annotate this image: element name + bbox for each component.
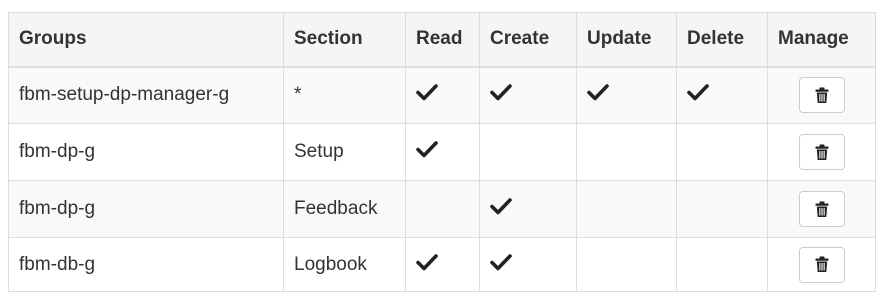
- cropped-top-edge: [0, 0, 881, 12]
- trash-icon: [815, 256, 829, 273]
- delete-permission-button[interactable]: [798, 246, 845, 283]
- cell-read: [405, 66, 480, 124]
- trash-icon: [815, 201, 829, 218]
- table-row: fbm-db-g Logbook: [8, 237, 876, 292]
- cell-section: Setup: [283, 123, 406, 181]
- cell-create: [479, 123, 577, 181]
- column-header-create: Create: [479, 12, 577, 68]
- cell-group: fbm-dp-g: [8, 123, 284, 181]
- check-icon: [490, 84, 512, 106]
- table-header-row: Groups Section Read Create Update Delete…: [8, 12, 876, 68]
- table-body: fbm-setup-dp-manager-g * fbm-dp-g Setup fbm-…: [8, 66, 876, 292]
- cell-update: [576, 180, 677, 238]
- cell-section: *: [283, 66, 406, 124]
- cell-group: fbm-db-g: [8, 237, 284, 292]
- check-icon: [416, 141, 438, 163]
- cell-update: [576, 66, 677, 124]
- column-header-section: Section: [283, 12, 406, 68]
- cell-section: Logbook: [283, 237, 406, 292]
- cell-delete: [676, 237, 768, 292]
- cell-read: [405, 180, 480, 238]
- check-icon: [490, 253, 512, 276]
- check-icon: [687, 84, 709, 106]
- cell-group: fbm-dp-g: [8, 180, 284, 238]
- column-header-groups: Groups: [8, 12, 284, 68]
- column-header-update: Update: [576, 12, 677, 68]
- cell-read: [405, 237, 480, 292]
- delete-permission-button[interactable]: [798, 77, 845, 114]
- cell-read: [405, 123, 480, 181]
- cell-update: [576, 237, 677, 292]
- delete-permission-button[interactable]: [798, 191, 845, 227]
- permissions-table-container: Groups Section Read Create Update Delete…: [8, 12, 876, 292]
- cell-manage: [767, 180, 876, 238]
- trash-icon: [815, 144, 829, 161]
- column-header-manage: Manage: [767, 12, 876, 68]
- check-icon: [490, 198, 512, 220]
- column-header-read: Read: [405, 12, 480, 68]
- cell-create: [479, 66, 577, 124]
- cell-create: [479, 180, 577, 238]
- cell-update: [576, 123, 677, 181]
- check-icon: [587, 84, 609, 106]
- cell-create: [479, 237, 577, 292]
- cell-section: Feedback: [283, 180, 406, 238]
- permissions-table: Groups Section Read Create Update Delete…: [8, 12, 876, 292]
- check-icon: [416, 253, 438, 276]
- cell-manage: [767, 123, 876, 181]
- cell-group: fbm-setup-dp-manager-g: [8, 66, 284, 124]
- table-row: fbm-setup-dp-manager-g *: [8, 66, 876, 124]
- table-row: fbm-dp-g Feedback: [8, 180, 876, 238]
- cell-manage: [767, 237, 876, 292]
- check-icon: [416, 84, 438, 106]
- cell-manage: [767, 66, 876, 124]
- cell-delete: [676, 66, 768, 124]
- delete-permission-button[interactable]: [798, 134, 845, 170]
- table-row: fbm-dp-g Setup: [8, 123, 876, 181]
- trash-icon: [815, 87, 829, 104]
- column-header-delete: Delete: [676, 12, 768, 68]
- cell-delete: [676, 180, 768, 238]
- cell-delete: [676, 123, 768, 181]
